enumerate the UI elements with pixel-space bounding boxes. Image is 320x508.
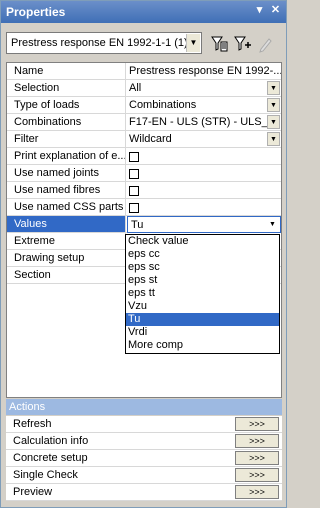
action-run-button[interactable]: >>>	[235, 485, 279, 499]
chevron-down-icon[interactable]: ▼	[267, 81, 280, 95]
action-calculation-info[interactable]: Calculation info >>>	[6, 433, 282, 450]
row-filter[interactable]: Filter Wildcard ▼	[7, 131, 281, 148]
panel-title: Properties	[6, 5, 66, 19]
filter-add-icon[interactable]	[233, 34, 253, 54]
row-values[interactable]: Values Tu ▼	[7, 216, 281, 233]
dropdown-option[interactable]: eps st	[126, 274, 279, 287]
value-type-of-loads-text: Combinations	[129, 99, 197, 111]
checkbox[interactable]	[129, 152, 139, 162]
label-use-named-css-parts: Use named CSS parts	[7, 199, 126, 215]
close-icon[interactable]: ✕	[269, 3, 282, 17]
row-selection[interactable]: Selection All ▼	[7, 80, 281, 97]
value-selection[interactable]: All ▼	[127, 80, 281, 96]
row-type-of-loads[interactable]: Type of loads Combinations ▼	[7, 97, 281, 114]
pencil-icon	[259, 38, 272, 53]
action-label: Single Check	[13, 469, 78, 481]
label-combinations: Combinations	[7, 114, 126, 130]
action-label: Concrete setup	[13, 452, 88, 464]
action-label: Refresh	[13, 418, 52, 430]
action-concrete-setup[interactable]: Concrete setup >>>	[6, 450, 282, 467]
value-combinations[interactable]: F17-EN - ULS (STR) - ULS_ ▼	[127, 114, 281, 130]
chevron-down-icon[interactable]: ▼	[186, 34, 200, 52]
service-combo[interactable]: Prestress response EN 1992-1-1 (1) ▼	[6, 32, 202, 54]
filter-icon[interactable]	[209, 34, 229, 54]
dropdown-option[interactable]: eps sc	[126, 261, 279, 274]
label-selection: Selection	[7, 80, 126, 96]
row-use-named-fibres[interactable]: Use named fibres	[7, 182, 281, 199]
row-name[interactable]: Name Prestress response EN 1992-...	[7, 63, 281, 80]
checkbox[interactable]	[129, 169, 139, 179]
chevron-down-icon[interactable]: ▼	[267, 115, 280, 129]
value-type-of-loads[interactable]: Combinations ▼	[127, 97, 281, 113]
value-selection-text: All	[129, 82, 142, 94]
dropdown-option[interactable]: eps cc	[126, 248, 279, 261]
value-use-named-css-parts	[127, 199, 281, 215]
checkbox[interactable]	[129, 203, 139, 213]
label-use-named-fibres: Use named fibres	[7, 182, 126, 198]
chevron-down-icon[interactable]: ▼	[267, 132, 280, 146]
dropdown-option[interactable]: Check value	[126, 235, 279, 248]
row-combinations[interactable]: Combinations F17-EN - ULS (STR) - ULS_ ▼	[7, 114, 281, 131]
dropdown-option[interactable]: More comp	[126, 339, 279, 352]
value-filter[interactable]: Wildcard ▼	[127, 131, 281, 147]
pin-dropdown-icon[interactable]: ▾	[253, 3, 266, 17]
value-print-explanation	[127, 148, 281, 164]
action-run-button[interactable]: >>>	[235, 434, 279, 448]
value-combinations-text: F17-EN - ULS (STR) - ULS_	[129, 116, 268, 128]
label-extreme: Extreme	[7, 233, 126, 249]
value-use-named-joints	[127, 165, 281, 181]
dropdown-option[interactable]: Vrdi	[126, 326, 279, 339]
checkbox[interactable]	[129, 186, 139, 196]
action-label: Calculation info	[13, 435, 89, 447]
label-type-of-loads: Type of loads	[7, 97, 126, 113]
values-combo-text: Tu	[131, 219, 144, 231]
action-run-button[interactable]: >>>	[235, 451, 279, 465]
action-refresh[interactable]: Refresh >>>	[6, 416, 282, 433]
chevron-down-icon[interactable]: ▼	[267, 98, 280, 112]
label-filter: Filter	[7, 131, 126, 147]
dropdown-option[interactable]: Vzu	[126, 300, 279, 313]
action-label: Preview	[13, 486, 53, 498]
value-use-named-fibres	[127, 182, 281, 198]
row-print-explanation[interactable]: Print explanation of e...	[7, 148, 281, 165]
chevron-down-icon[interactable]: ▼	[266, 218, 279, 232]
values-combo[interactable]: Tu ▼	[127, 216, 281, 233]
values-dropdown-list[interactable]: Check value eps cc eps sc eps st eps tt …	[125, 234, 280, 354]
value-filter-text: Wildcard	[129, 133, 172, 145]
label-use-named-joints: Use named joints	[7, 165, 126, 181]
title-bar: Properties ▾ ✕	[1, 1, 286, 23]
action-preview[interactable]: Preview >>>	[6, 484, 282, 501]
dropdown-option[interactable]: eps tt	[126, 287, 279, 300]
label-section: Section	[7, 267, 126, 283]
row-use-named-css-parts[interactable]: Use named CSS parts	[7, 199, 281, 216]
label-print-explanation: Print explanation of e...	[7, 148, 126, 164]
label-values: Values	[7, 216, 126, 232]
dropdown-option-selected[interactable]: Tu	[126, 313, 279, 326]
actions-header: Actions	[6, 399, 282, 415]
action-run-button[interactable]: >>>	[235, 468, 279, 482]
action-run-button[interactable]: >>>	[235, 417, 279, 431]
properties-panel: Properties ▾ ✕ Prestress response EN 199…	[0, 0, 287, 508]
action-single-check[interactable]: Single Check >>>	[6, 467, 282, 484]
label-drawing-setup: Drawing setup	[7, 250, 126, 266]
value-name[interactable]: Prestress response EN 1992-...	[127, 63, 281, 79]
row-use-named-joints[interactable]: Use named joints	[7, 165, 281, 182]
service-combo-value: Prestress response EN 1992-1-1 (1)	[11, 37, 188, 49]
toolbar: Prestress response EN 1992-1-1 (1) ▼	[4, 32, 284, 56]
label-name: Name	[7, 63, 126, 79]
